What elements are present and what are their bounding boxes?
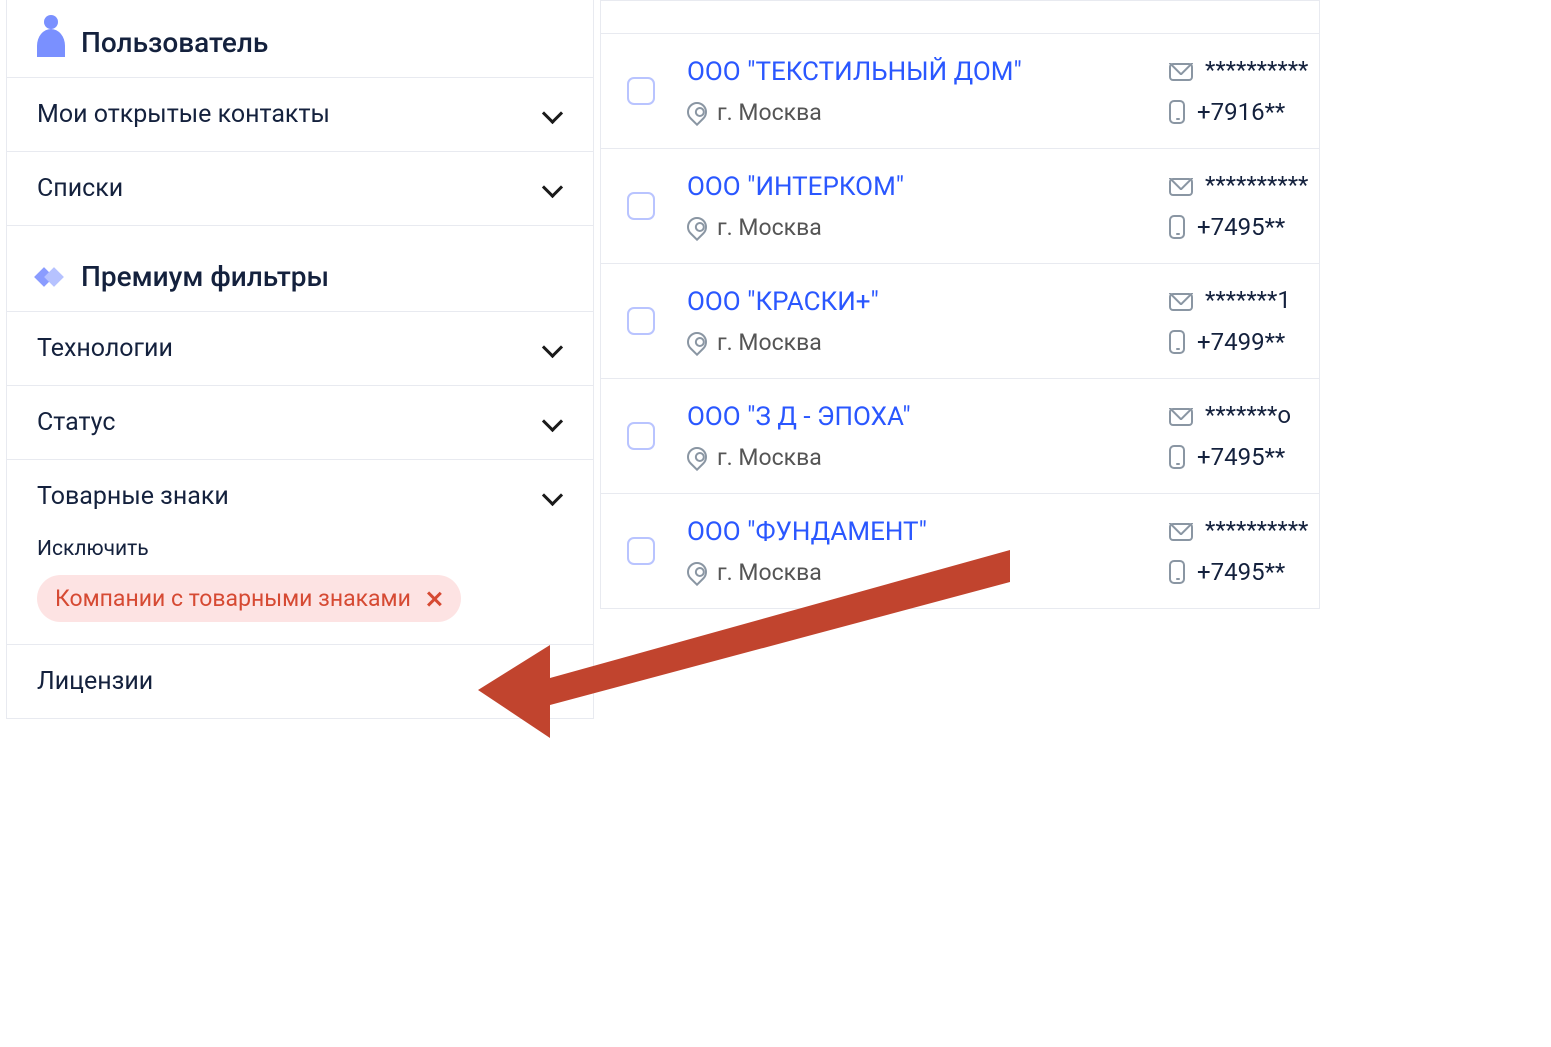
company-link[interactable]: ООО "З Д - ЭПОХА" [687,402,1137,432]
city: г. Москва [717,559,822,586]
table-row: ООО "ТЕКСТИЛЬНЫЙ ДОМ" г. Москва **********… [600,34,1320,149]
premium-section-title: Премиум фильтры [81,260,329,293]
exclude-label: Исключить [37,533,563,575]
mail-icon [1169,523,1193,541]
exclude-chip-trademarks[interactable]: Компании с товарными знаками [37,575,461,622]
company-link[interactable]: ООО "КРАСКИ+" [687,287,1137,317]
email-line[interactable]: ********** [1169,171,1319,199]
company-location: г. Москва [687,329,1137,356]
phone-line[interactable]: +7495** [1169,558,1319,586]
phone-icon [1169,560,1185,584]
phone-masked: +7499** [1197,328,1285,356]
table-row: ООО "ИНТЕРКОМ" г. Москва ********** +7495** [600,149,1320,264]
company-link[interactable]: ООО "ТЕКСТИЛЬНЫЙ ДОМ" [687,57,1137,87]
pin-icon [683,98,711,126]
email-line[interactable]: *******o [1169,401,1319,429]
company-location: г. Москва [687,214,1137,241]
filter-label: Товарные знаки [37,482,229,511]
table-row: ООО "КРАСКИ+" г. Москва *******1 +7499** [600,264,1320,379]
mail-icon [1169,178,1193,196]
results-list: ООО "ТЕКСТИЛЬНЫЙ ДОМ" г. Москва **********… [600,0,1320,609]
chevron-down-icon [541,486,563,508]
premium-section-header: Премиум фильтры [7,225,593,311]
email-line[interactable]: ********** [1169,516,1319,544]
row-checkbox[interactable] [627,77,655,105]
filter-status[interactable]: Статус [7,385,593,459]
pin-icon [683,558,711,586]
city: г. Москва [717,99,822,126]
company-link[interactable]: ООО "ИНТЕРКОМ" [687,172,1137,202]
phone-masked: +7495** [1197,213,1285,241]
phone-line[interactable]: +7495** [1169,213,1319,241]
mail-icon [1169,63,1193,81]
table-row: ООО "З Д - ЭПОХА" г. Москва *******o +7495*… [600,379,1320,494]
filter-lists[interactable]: Списки [7,151,593,225]
email-line[interactable]: *******1 [1169,286,1319,314]
chevron-down-icon [541,338,563,360]
city: г. Москва [717,329,822,356]
table-row: ООО "ФУНДАМЕНТ" г. Москва ********** +7495*… [600,494,1320,609]
pin-icon [683,213,711,241]
email-line[interactable]: ********** [1169,56,1319,84]
row-checkbox[interactable] [627,192,655,220]
filter-trademarks[interactable]: Товарные знаки [7,459,593,533]
row-checkbox[interactable] [627,537,655,565]
phone-icon [1169,330,1185,354]
filter-label: Технологии [37,334,173,363]
phone-masked: +7495** [1197,443,1285,471]
city: г. Москва [717,214,822,241]
city: г. Москва [717,444,822,471]
email-masked: ********** [1205,516,1308,544]
filter-my-contacts[interactable]: Мои открытые контакты [7,77,593,151]
filter-label: Списки [37,174,123,203]
premium-icon [37,266,65,288]
mail-icon [1169,408,1193,426]
filter-licenses[interactable]: Лицензии [7,644,593,718]
row-checkbox[interactable] [627,422,655,450]
chevron-down-icon [541,104,563,126]
company-location: г. Москва [687,444,1137,471]
email-masked: *******1 [1205,286,1291,314]
sidebar-filters: Пользователь Мои открытые контакты Списк… [6,0,594,719]
chevron-down-icon [541,178,563,200]
pin-icon [683,443,711,471]
trademarks-expanded: Исключить Компании с товарными знаками [7,533,593,644]
email-masked: ********** [1205,171,1308,199]
filter-label: Мои открытые контакты [37,100,330,129]
phone-line[interactable]: +7495** [1169,443,1319,471]
phone-masked: +7916** [1197,98,1285,126]
phone-line[interactable]: +7499** [1169,328,1319,356]
user-section-title: Пользователь [81,26,268,59]
filter-label: Статус [37,408,115,437]
filter-label: Лицензии [37,667,153,696]
phone-masked: +7495** [1197,558,1285,586]
row-checkbox[interactable] [627,307,655,335]
close-icon[interactable] [425,590,443,608]
email-masked: *******o [1205,401,1291,429]
chevron-down-icon [541,671,563,693]
company-location: г. Москва [687,99,1137,126]
user-icon [37,29,65,57]
phone-icon [1169,445,1185,469]
list-header-stub [600,0,1320,34]
pin-icon [683,328,711,356]
phone-line[interactable]: +7916** [1169,98,1319,126]
company-link[interactable]: ООО "ФУНДАМЕНТ" [687,517,1137,547]
email-masked: ********** [1205,56,1308,84]
chip-label: Компании с товарными знаками [55,585,411,612]
phone-icon [1169,215,1185,239]
mail-icon [1169,293,1193,311]
filter-technologies[interactable]: Технологии [7,311,593,385]
user-section-header: Пользователь [7,0,593,77]
chevron-down-icon [541,412,563,434]
phone-icon [1169,100,1185,124]
company-location: г. Москва [687,559,1137,586]
